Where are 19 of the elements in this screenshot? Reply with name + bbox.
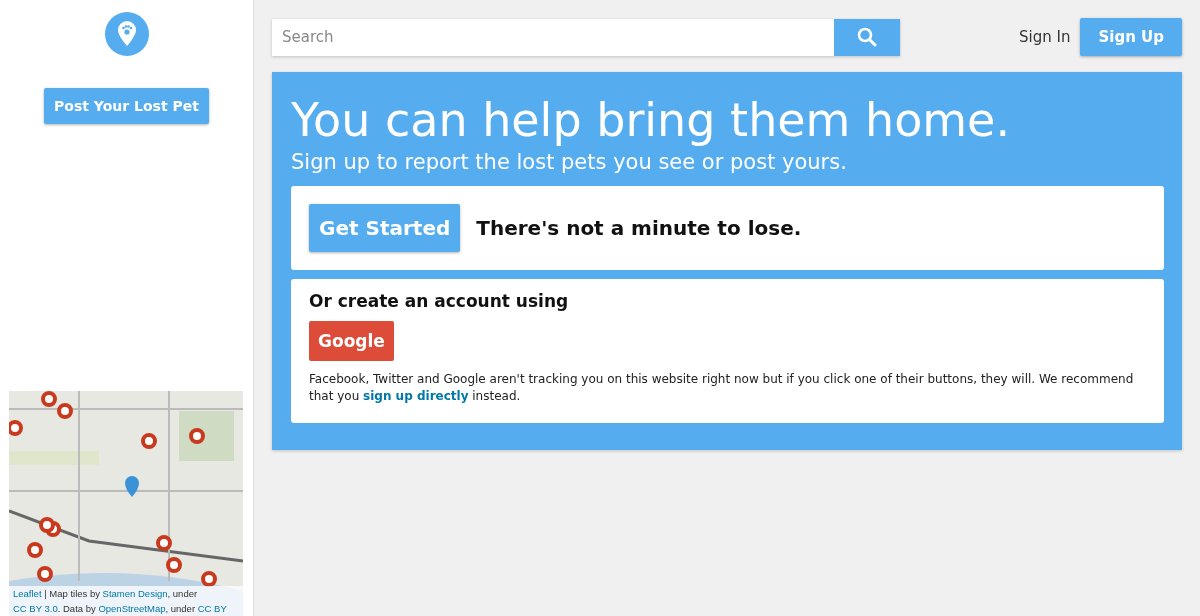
get-started-button[interactable]: Get Started	[309, 204, 461, 252]
attribution-link[interactable]: Leaflet	[13, 588, 42, 599]
attribution-link[interactable]: CC BY 3.0	[13, 603, 58, 614]
post-lost-pet-button[interactable]: Post Your Lost Pet	[44, 88, 209, 124]
paw-pin-logo-icon[interactable]	[104, 12, 149, 56]
privacy-note: Facebook, Twitter and Google aren't tracking you on this website right now but if you click one of their buttons, they will. We recommend that you sign up directly instead.	[309, 371, 1135, 405]
map-attribution: Leaflet | Map tiles by Stamen Design, under CC BY 3.0. Data by OpenStreetMap, under CC BY	[9, 586, 243, 616]
attribution-link[interactable]: Stamen Design	[102, 588, 168, 599]
search-icon	[857, 27, 877, 47]
sign-up-directly-link[interactable]: sign up directly	[363, 389, 469, 403]
attribution-link[interactable]: CC BY	[197, 603, 227, 614]
social-heading: Or create an account using	[309, 291, 569, 311]
sign-up-button[interactable]: Sign Up	[1080, 18, 1182, 56]
hero-subtitle: Sign up to report the lost pets you see or post yours.	[291, 150, 848, 174]
tagline: There's not a minute to lose.	[476, 216, 802, 240]
hero-title: You can help bring them home.	[291, 92, 1012, 149]
sign-in-link[interactable]: Sign In	[1019, 28, 1071, 46]
google-button[interactable]: Google	[309, 321, 394, 361]
search-button[interactable]	[834, 18, 900, 56]
